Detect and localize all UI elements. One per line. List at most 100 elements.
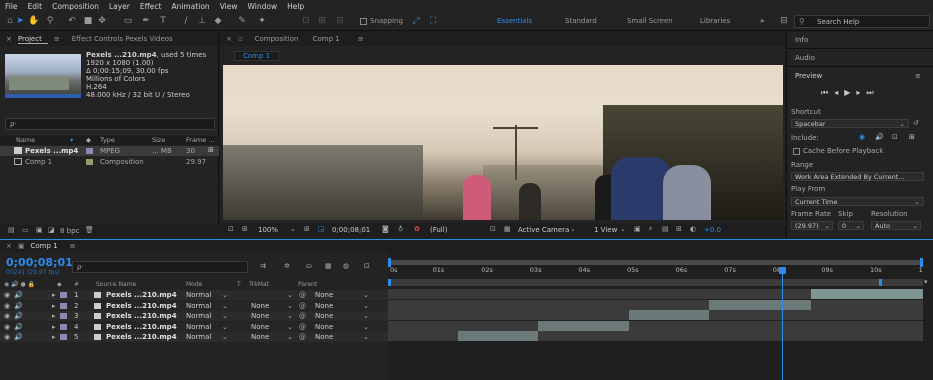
play-icon[interactable]: ▶	[844, 88, 856, 97]
pickwhip-icon[interactable]: @	[299, 312, 306, 320]
camera-tool-icon[interactable]: ■	[82, 15, 94, 27]
graph-editor-icon[interactable]: ⊡	[364, 262, 370, 270]
audio-icon[interactable]: 🔊	[14, 291, 23, 299]
trkmat-dropdown[interactable]: None	[251, 312, 269, 320]
layer-bar[interactable]	[628, 310, 709, 320]
play-from-dropdown[interactable]: Current Time ⌄	[791, 197, 924, 206]
next-frame-icon[interactable]: ▸	[856, 88, 866, 97]
show-snapshot-icon[interactable]: ♁	[398, 225, 403, 233]
flowchart-icon[interactable]: ⊞	[676, 225, 682, 233]
visibility-icon[interactable]: ◉	[4, 312, 10, 320]
chevron-down-icon[interactable]: ⌄	[363, 333, 369, 341]
chevron-down-icon[interactable]: ⌄	[570, 225, 576, 233]
first-frame-icon[interactable]: ⏮	[821, 88, 834, 97]
pen-tool-icon[interactable]: ✒	[140, 15, 152, 27]
world-axis-icon[interactable]: ⊞	[316, 15, 328, 27]
chevron-down-icon[interactable]: ⌄	[287, 312, 293, 320]
toggle-pixel-aspect-icon[interactable]: ▣	[634, 225, 641, 233]
label-swatch[interactable]	[60, 334, 67, 340]
close-icon[interactable]: ×	[0, 35, 18, 43]
timeline-search-input[interactable]: ρ·	[72, 261, 248, 273]
chevron-down-icon[interactable]: ⌄	[620, 225, 626, 233]
camera-dropdown[interactable]: Active Camera	[518, 226, 569, 234]
zoom-dropdown[interactable]: 100%	[258, 226, 278, 234]
flowchart-icon[interactable]: ⊞	[208, 146, 214, 154]
audio-icon[interactable]: 🔊	[14, 333, 23, 341]
mode-dropdown[interactable]: Normal	[186, 312, 211, 320]
new-comp-icon[interactable]: ▣	[36, 226, 43, 234]
work-area-bar[interactable]	[388, 279, 923, 286]
menu-layer[interactable]: Layer	[104, 2, 135, 11]
project-item-row[interactable]: Comp 1 Composition 29.97	[0, 157, 219, 167]
timeline-icon[interactable]: ▤	[662, 225, 669, 233]
comp-button-icon[interactable]: ▾	[924, 278, 928, 286]
parent-dropdown[interactable]: None	[315, 312, 333, 320]
timeline-timecode[interactable]: 0;00;08;01	[6, 256, 73, 269]
mode-dropdown[interactable]: Normal	[186, 333, 211, 341]
menu-icon[interactable]: ≡	[64, 242, 82, 250]
visibility-icon[interactable]: ◉	[4, 333, 10, 341]
col-source-name[interactable]: Source Name	[96, 281, 136, 288]
layer-name[interactable]: Pexels ...210.mp4	[106, 312, 177, 320]
bpc-label[interactable]: 8 bpc	[60, 227, 79, 235]
hand-tool-icon[interactable]: ✋	[28, 15, 40, 27]
menu-icon[interactable]: ≡	[352, 35, 370, 43]
info-tab[interactable]: Info	[795, 36, 808, 44]
layer-name[interactable]: Pexels ...210.mp4	[106, 302, 177, 310]
close-icon[interactable]: ×	[0, 242, 18, 250]
viewer-timecode[interactable]: 0;00;08;01	[332, 226, 370, 234]
layer-bar[interactable]	[810, 289, 923, 299]
roto-brush-tool-icon[interactable]: ✎	[236, 15, 248, 27]
eraser-tool-icon[interactable]: ◆	[212, 15, 224, 27]
sort-icon[interactable]: ▾	[70, 136, 73, 144]
menu-animation[interactable]: Animation	[166, 2, 214, 11]
trkmat-dropdown[interactable]: None	[251, 333, 269, 341]
comp-mini-flowchart-icon[interactable]: ⇉	[260, 262, 266, 270]
chevron-down-icon[interactable]: ⌄	[222, 333, 228, 341]
snapping-checkbox[interactable]	[360, 18, 367, 25]
workspace-icon[interactable]: ⊟	[778, 15, 790, 27]
include-audio-icon[interactable]: 🔊	[875, 133, 884, 141]
menu-file[interactable]: File	[0, 2, 23, 11]
audio-icon[interactable]: 🔊	[14, 323, 23, 331]
layer-name[interactable]: Pexels ...210.mp4	[106, 333, 177, 341]
label-swatch[interactable]	[60, 292, 67, 298]
fast-previews-icon[interactable]: ⚡	[648, 225, 653, 233]
color-depth-icon[interactable]: ◪	[48, 226, 55, 234]
parent-dropdown[interactable]: None	[315, 323, 333, 331]
zoom-tool-icon[interactable]: ⚲	[44, 15, 56, 27]
resolution-dropdown[interactable]: Auto ⌄	[871, 221, 921, 230]
layer-name[interactable]: Pexels ...210.mp4	[106, 291, 177, 299]
grid-icon[interactable]: ⊞	[304, 225, 310, 233]
snap-feature-icon[interactable]: ⛶	[427, 15, 439, 27]
type-tool-icon[interactable]: T	[157, 15, 169, 27]
last-frame-icon[interactable]: ⏭	[866, 88, 879, 97]
tab-effect-controls[interactable]: Effect Controls Pexels Videos	[66, 35, 179, 43]
local-axis-icon[interactable]: ⊡	[300, 15, 312, 27]
workspace-small-screen[interactable]: Small Screen	[627, 17, 673, 25]
label-swatch[interactable]	[60, 323, 67, 330]
audio-icon[interactable]: 🔊	[14, 302, 23, 310]
puppet-tool-icon[interactable]: ✦	[256, 15, 268, 27]
interpret-footage-icon[interactable]: ▤	[8, 226, 15, 234]
audio-tab[interactable]: Audio	[795, 54, 815, 62]
menu-icon[interactable]: ≡	[48, 35, 66, 43]
chevron-down-icon[interactable]: ⌄	[222, 302, 228, 310]
frame-blending-icon[interactable]: ▦	[325, 262, 332, 270]
layer-row[interactable]: ◉ 🔊 ▸ 5 Pexels ...210.mp4 Normal ⌄ None …	[0, 332, 388, 342]
chevron-down-icon[interactable]: ⌄	[363, 323, 369, 331]
previous-frame-icon[interactable]: ◂	[834, 88, 844, 97]
selection-tool-icon[interactable]: ➤	[14, 15, 26, 27]
chevron-down-icon[interactable]: ⌄	[290, 225, 296, 233]
transparency-grid-icon[interactable]: ▦	[504, 225, 511, 233]
shortcut-dropdown[interactable]: Spacebar ⌄	[791, 119, 909, 128]
mode-dropdown[interactable]: Normal	[186, 323, 211, 331]
search-help-input[interactable]: ⚲ Search Help	[794, 15, 930, 28]
tab-comp-1[interactable]: Comp 1	[25, 242, 64, 250]
layer-bar[interactable]	[457, 331, 538, 341]
project-search-input[interactable]: ρ·	[5, 118, 215, 130]
camera-icon[interactable]: ◙	[382, 225, 389, 233]
new-folder-icon[interactable]: ▭	[22, 226, 29, 234]
workspace-overflow[interactable]: »	[760, 17, 764, 25]
pickwhip-icon[interactable]: @	[299, 291, 306, 299]
